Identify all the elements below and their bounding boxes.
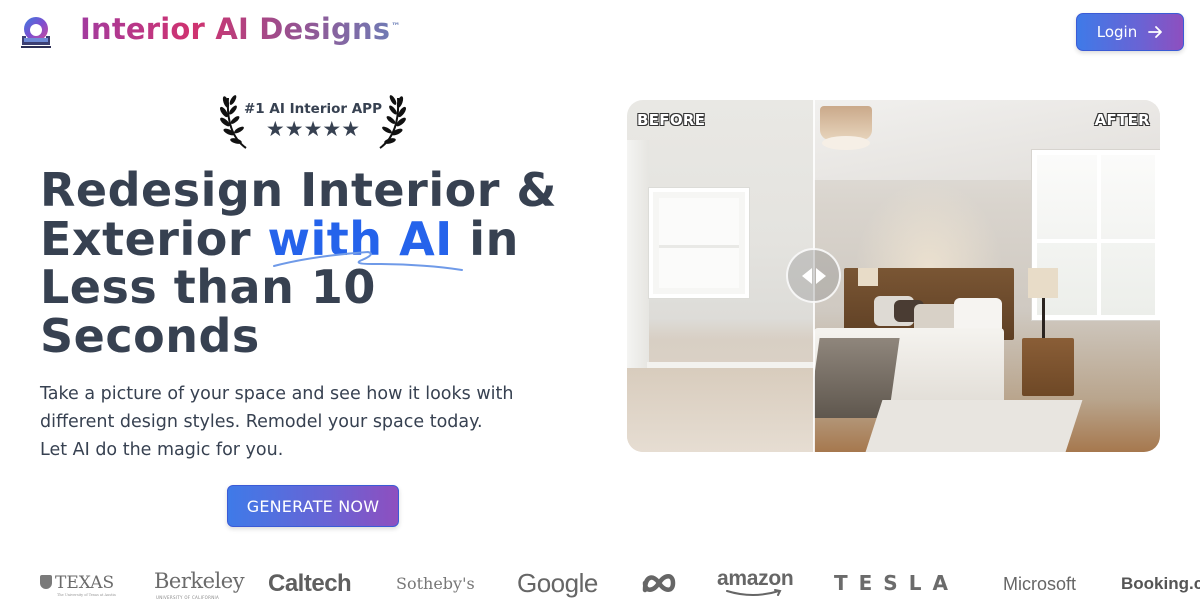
login-button-label: Login	[1096, 23, 1138, 41]
description-line: Take a picture of your space and see how…	[40, 384, 514, 404]
logo-text: amazon	[717, 567, 794, 590]
award-title: #1 AI Interior APP	[244, 101, 382, 117]
logo-booking: Booking.com	[1121, 574, 1200, 593]
hero-headline: Redesign Interior & Exterior with AI in …	[40, 166, 600, 360]
before-window	[649, 188, 749, 298]
trusted-by-logos: TEXAS The University of Texas at Austin …	[0, 560, 1200, 610]
award-badge: #1 AI Interior APP ★★★★★	[220, 90, 406, 152]
logo-sothebys: Sotheby's	[396, 574, 475, 593]
ceiling-lamp-diffuser	[822, 136, 870, 150]
logo-texas: TEXAS The University of Texas at Austin	[40, 573, 116, 597]
hero-description: Take a picture of your space and see how…	[40, 380, 560, 464]
logo-text: TEXAS	[55, 573, 115, 593]
right-table-lamp	[1028, 268, 1058, 298]
generate-now-button[interactable]: GENERATE NOW	[227, 485, 399, 527]
logo-subtext: The University of Texas at Austin	[57, 593, 116, 597]
texas-shield-icon	[40, 575, 52, 589]
left-table-lamp	[858, 268, 878, 286]
right-arrow-icon	[815, 267, 826, 284]
login-button[interactable]: Login	[1076, 13, 1184, 51]
description-line: Let AI do the magic for you.	[40, 440, 284, 460]
ceiling-lamp	[820, 106, 872, 140]
after-label: AFTER	[1094, 111, 1150, 129]
trademark-mark: ™	[391, 22, 401, 32]
logo-tesla: TESLA	[834, 571, 959, 595]
logo-caltech: Caltech	[268, 570, 352, 597]
armchair-swirl-logo-icon[interactable]	[16, 14, 56, 50]
star-rating: ★★★★★	[265, 117, 361, 141]
before-after-comparison[interactable]: BEFORE AFTER	[627, 100, 1160, 452]
after-image	[814, 100, 1160, 452]
description-line: different design styles. Remodel your sp…	[40, 412, 483, 432]
right-table-lamp-stem	[1042, 298, 1045, 338]
logo-text: Berkeley	[154, 569, 245, 593]
brand-name[interactable]: Interior AI Designs™	[80, 12, 400, 46]
logo-microsoft: Microsoft	[1003, 574, 1077, 594]
before-wall	[627, 140, 649, 400]
logo-berkeley: Berkeley UNIVERSITY OF CALIFORNIA	[154, 569, 245, 600]
amazon-smile-icon	[726, 589, 782, 596]
slider-handle[interactable]	[786, 248, 841, 303]
before-label: BEFORE	[637, 111, 706, 129]
meta-infinity-logo-icon	[642, 574, 676, 593]
logo-subtext: UNIVERSITY OF CALIFORNIA	[156, 595, 220, 600]
left-arrow-icon	[801, 267, 812, 284]
nightstand	[1022, 338, 1074, 396]
headline-highlight: with AI	[267, 211, 453, 266]
rug	[865, 400, 1083, 452]
brand-name-text: Interior AI Designs	[80, 12, 391, 46]
logo-amazon: amazon	[717, 567, 794, 596]
before-floor	[627, 368, 814, 452]
lamp-glow	[854, 180, 1004, 270]
site-header: Interior AI Designs™ Login	[0, 0, 1200, 64]
logo-google: Google	[517, 568, 598, 598]
arrow-right-icon	[1148, 26, 1163, 38]
